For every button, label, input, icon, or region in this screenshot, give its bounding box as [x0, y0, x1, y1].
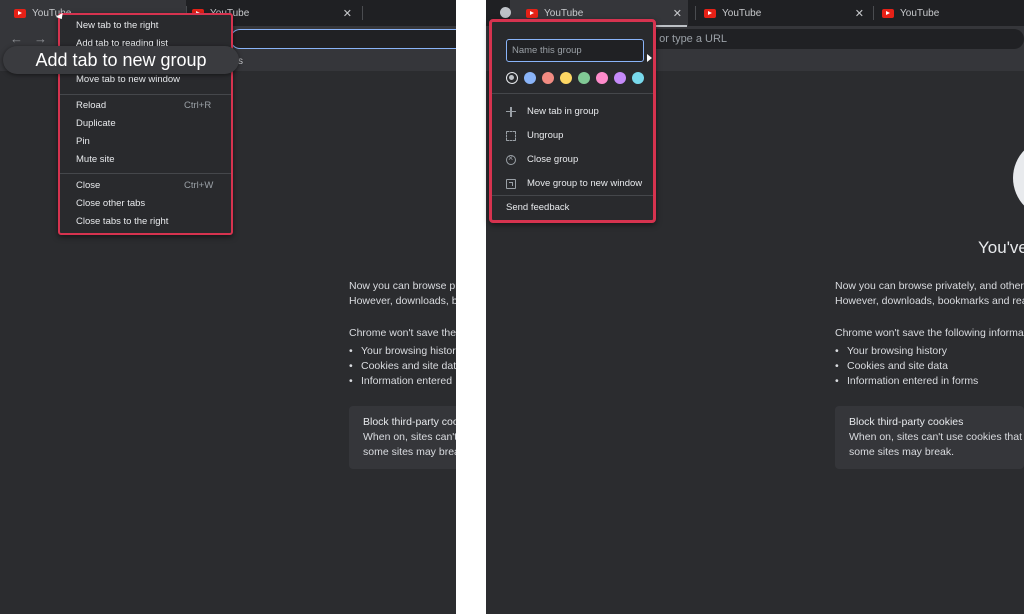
menu-item-close-tabs-right[interactable]: Close tabs to the right [76, 216, 168, 227]
shortcut-label: Ctrl+W [184, 180, 214, 191]
color-swatch-yellow[interactable] [560, 72, 572, 84]
send-feedback-link[interactable]: Send feedback [506, 202, 569, 213]
address-bar[interactable]: e or type a URL [646, 29, 1024, 49]
tab-group-editor: New tab in group Ungroup Close group Mov… [489, 19, 656, 223]
cookie-card: Block third-party cookies When on, sites… [835, 406, 1024, 469]
list-item: Information entered in forms [835, 374, 978, 389]
color-swatch-red[interactable] [542, 72, 554, 84]
plus-icon [506, 106, 516, 117]
list-item: Your browsing history [835, 344, 978, 359]
youtube-icon [704, 8, 716, 18]
move-group-new-window-item[interactable]: Move group to new window [506, 178, 642, 189]
close-tab-icon[interactable]: ✕ [855, 7, 864, 20]
color-swatch-pink[interactable] [596, 72, 608, 84]
color-swatch-green[interactable] [578, 72, 590, 84]
tab-label: YouTube [722, 7, 762, 19]
group-name-input[interactable] [506, 39, 644, 62]
add-tab-to-new-group-callout[interactable]: Add tab to new group [3, 46, 239, 74]
close-circle-icon [506, 153, 516, 165]
tab-label: YouTube [544, 7, 584, 19]
move-window-icon [506, 178, 516, 189]
left-browser-window: YouTube YouTube ✕ ← → s Now you can brow… [0, 0, 456, 614]
menu-item-pin[interactable]: Pin [76, 136, 90, 147]
close-tab-icon[interactable]: ✕ [673, 7, 682, 20]
wont-save-heading: Chrome won't save the following informa [835, 327, 1024, 339]
back-arrow-icon[interactable]: ← [10, 31, 23, 46]
menu-item-move-new-window[interactable]: Move tab to new window [76, 74, 180, 85]
wont-save-list: Your browsing histor Cookies and site da… [349, 344, 456, 389]
tab-youtube-2[interactable]: YouTube ✕ [698, 0, 870, 26]
menu-item-duplicate[interactable]: Duplicate [76, 118, 116, 129]
ungroup-item[interactable]: Ungroup [506, 130, 563, 141]
youtube-icon [14, 8, 26, 18]
youtube-icon [882, 8, 894, 18]
list-item: Cookies and site dat [349, 359, 456, 374]
color-swatch-cyan[interactable] [632, 72, 644, 84]
incognito-intro: Now you can browse pr However, downloads… [349, 280, 456, 307]
wont-save-heading: Chrome won't save the [349, 327, 456, 339]
list-item: Information entered [349, 374, 456, 389]
tab-group-indicator-icon[interactable] [500, 7, 511, 18]
shortcut-label: Ctrl+R [184, 100, 212, 111]
forward-arrow-icon[interactable]: → [34, 31, 47, 46]
color-swatch-purple[interactable] [614, 72, 626, 84]
menu-item-close-other-tabs[interactable]: Close other tabs [76, 198, 145, 209]
incognito-heading: You've [978, 238, 1024, 257]
color-swatch-grey[interactable] [506, 72, 518, 84]
menu-item-new-tab-right[interactable]: New tab to the right [76, 20, 158, 31]
close-group-item[interactable]: Close group [506, 153, 578, 165]
ungroup-icon [506, 130, 516, 141]
list-item: Your browsing histor [349, 344, 456, 359]
address-bar[interactable] [230, 29, 456, 49]
youtube-icon [526, 8, 538, 18]
menu-item-close[interactable]: Close Ctrl+W [76, 180, 213, 191]
menu-item-mute-site[interactable]: Mute site [76, 154, 115, 165]
close-tab-icon[interactable]: ✕ [343, 7, 352, 20]
color-swatch-blue[interactable] [524, 72, 536, 84]
list-item: Cookies and site data [835, 359, 978, 374]
incognito-intro: Now you can browse privately, and other … [835, 280, 1024, 307]
mouse-cursor-icon [647, 54, 652, 62]
menu-item-reload[interactable]: Reload Ctrl+R [76, 100, 211, 111]
tab-label: YouTube [900, 7, 940, 19]
cookie-card: Block third-party coo When on, sites can… [349, 406, 456, 469]
wont-save-list: Your browsing history Cookies and site d… [835, 344, 978, 389]
tab-youtube-3[interactable]: YouTube [876, 0, 1024, 26]
new-tab-in-group-item[interactable]: New tab in group [506, 106, 599, 117]
